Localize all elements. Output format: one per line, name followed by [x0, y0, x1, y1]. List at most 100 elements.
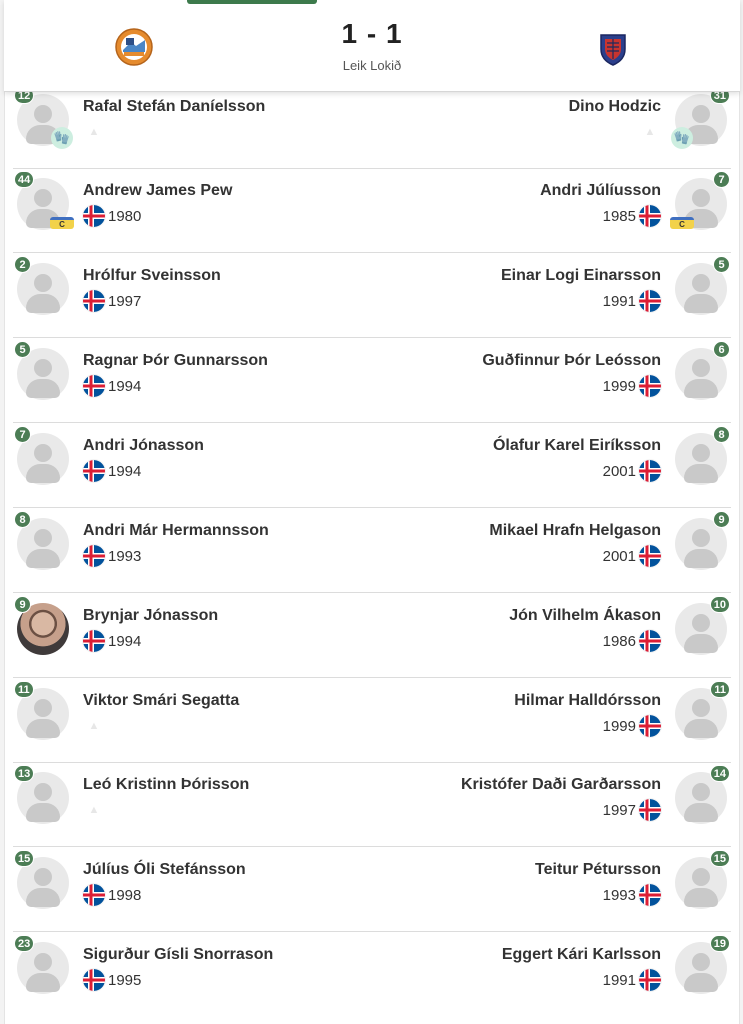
right-player-name[interactable]: Teitur Pétursson	[535, 861, 661, 879]
lineup-row: 44 C Andrew James Pew 1980 7 C Andri Júlíusson…	[13, 168, 731, 253]
lineup-row: 23 Sigurður Gísli Snorrason 1995 19 Eggert K…	[13, 932, 731, 1017]
left-player-avatar[interactable]: 15	[14, 850, 69, 909]
right-player-avatar[interactable]: 19	[675, 935, 730, 994]
iceland-flag-icon	[639, 460, 661, 482]
left-player-avatar[interactable]: 23	[14, 935, 69, 994]
captain-armband-icon: C	[50, 217, 74, 229]
avatar-placeholder-head	[692, 614, 710, 632]
right-player-avatar[interactable]: 8	[675, 426, 730, 485]
right-player-avatar[interactable]: 14	[675, 765, 730, 824]
avatar-placeholder-head	[34, 783, 52, 801]
avatar-placeholder-head	[34, 868, 52, 886]
right-player-birth-year: 1993	[602, 886, 636, 904]
goalkeeper-glove-icon: 🧤	[51, 127, 73, 149]
right-player-avatar[interactable]: 9	[675, 511, 730, 570]
right-player-avatar[interactable]: 10	[675, 596, 730, 655]
left-player-name[interactable]: Rafal Stefán Daníelsson	[83, 98, 265, 116]
iceland-flag-icon	[639, 545, 661, 567]
left-player-meta: 1993	[83, 545, 144, 567]
left-player-avatar[interactable]: 11	[14, 681, 69, 740]
avatar-placeholder-head	[692, 783, 710, 801]
iceland-flag-icon	[83, 375, 105, 397]
right-player-name[interactable]: Hilmar Halldórsson	[514, 692, 661, 710]
iceland-flag-icon	[639, 969, 661, 991]
lineup-row: 8 Andri Már Hermannsson 1993 9 Mikael Hrafn …	[13, 508, 731, 593]
left-player-avatar[interactable]: 12 🧤	[14, 92, 73, 149]
avatar-placeholder-head	[692, 868, 710, 886]
left-player-name[interactable]: Andri Már Hermannsson	[83, 522, 269, 540]
right-player-avatar[interactable]: 6	[675, 341, 730, 400]
right-player-name[interactable]: Andri Júlíusson	[540, 182, 661, 200]
right-player-name[interactable]: Ólafur Karel Eiríksson	[493, 437, 661, 455]
avatar-placeholder-body	[26, 973, 60, 992]
left-player-name[interactable]: Andrew James Pew	[83, 182, 232, 200]
avatar-placeholder-body	[684, 294, 718, 313]
iceland-flag-icon	[639, 375, 661, 397]
left-player-avatar[interactable]: 5	[14, 341, 69, 400]
left-player-birth-year: 1998	[108, 886, 142, 904]
right-player-number-badge: 14	[709, 765, 730, 782]
left-player-name[interactable]: Andri Jónasson	[83, 437, 204, 455]
right-player-avatar[interactable]: 31 🧤	[671, 92, 730, 149]
right-player-name[interactable]: Jón Vilhelm Ákason	[509, 607, 661, 625]
lineup-row: 2 Hrólfur Sveinsson 1997 5 Einar Logi Einars…	[13, 253, 731, 338]
right-player-meta: 1991	[600, 969, 661, 991]
left-player-name[interactable]: Hrólfur Sveinsson	[83, 267, 221, 285]
left-player-name[interactable]: Viktor Smári Segatta	[83, 692, 239, 710]
avatar-placeholder-body	[684, 549, 718, 568]
avatar-placeholder-head	[692, 105, 710, 123]
left-player-name[interactable]: Leó Kristinn Þórisson	[83, 776, 249, 794]
left-player-avatar[interactable]: 9	[14, 596, 69, 655]
left-player-birth-year: 1980	[108, 207, 142, 225]
left-player-avatar[interactable]: 2	[14, 256, 69, 315]
avatar-placeholder-body	[26, 549, 60, 568]
right-player-avatar[interactable]: 7C	[670, 171, 730, 230]
avatar-placeholder-head	[34, 699, 52, 717]
avatar-placeholder-body	[684, 634, 718, 653]
right-player-number-badge: 8	[713, 426, 730, 443]
avatar-placeholder-body	[26, 294, 60, 313]
iceland-flag-icon	[639, 799, 661, 821]
left-player-name[interactable]: Júlíus Óli Stefánsson	[83, 861, 246, 879]
avatar-placeholder-head	[34, 274, 52, 292]
right-player-name[interactable]: Einar Logi Einarsson	[501, 267, 661, 285]
away-team-crest-icon[interactable]	[593, 27, 633, 67]
left-player-name[interactable]: Brynjar Jónasson	[83, 607, 218, 625]
left-player-meta: ▲	[83, 716, 105, 736]
right-player-avatar[interactable]: 5	[675, 256, 730, 315]
iceland-flag-icon	[639, 884, 661, 906]
left-player-name[interactable]: Ragnar Þór Gunnarsson	[83, 352, 268, 370]
iceland-flag-icon	[639, 290, 661, 312]
left-player-number-badge: 13	[14, 765, 35, 782]
right-player-avatar[interactable]: 11	[675, 681, 730, 740]
right-player-meta: 1991	[600, 290, 661, 312]
left-player-meta: 1995	[83, 969, 144, 991]
left-player-number-badge: 23	[14, 935, 35, 952]
left-player-number-badge: 44	[14, 171, 35, 188]
right-player-name[interactable]: Guðfinnur Þór Leósson	[482, 352, 661, 370]
avatar-placeholder-head	[692, 699, 710, 717]
right-player-name[interactable]: Kristófer Daði Garðarsson	[461, 776, 661, 794]
left-player-number-badge: 12	[14, 92, 35, 104]
left-player-avatar[interactable]: 8	[14, 511, 69, 570]
right-player-meta: 1997	[600, 799, 661, 821]
left-player-avatar[interactable]: 13	[14, 765, 69, 824]
right-player-avatar[interactable]: 15	[675, 850, 730, 909]
lineup-row: 11 Viktor Smári Segatta ▲ 11 Hilmar Halldórs…	[13, 678, 731, 763]
iceland-flag-icon	[83, 290, 105, 312]
right-player-birth-year: 2001	[602, 462, 636, 480]
right-player-name[interactable]: Dino Hodzic	[569, 98, 661, 116]
left-player-avatar[interactable]: 7	[14, 426, 69, 485]
avatar-placeholder-body	[684, 719, 718, 738]
avatar-placeholder-head	[692, 359, 710, 377]
avatar-placeholder-body	[26, 464, 60, 483]
iceland-flag-icon	[83, 205, 105, 227]
right-player-name[interactable]: Eggert Kári Karlsson	[502, 946, 661, 964]
avatar-placeholder-body	[684, 888, 718, 907]
right-player-name[interactable]: Mikael Hrafn Helgason	[489, 522, 661, 540]
left-player-avatar[interactable]: 44 C	[14, 171, 74, 230]
left-player-meta: 1997	[83, 290, 144, 312]
left-player-name[interactable]: Sigurður Gísli Snorrason	[83, 946, 273, 964]
captain-armband-icon: C	[670, 217, 694, 229]
iceland-flag-icon	[83, 969, 105, 991]
